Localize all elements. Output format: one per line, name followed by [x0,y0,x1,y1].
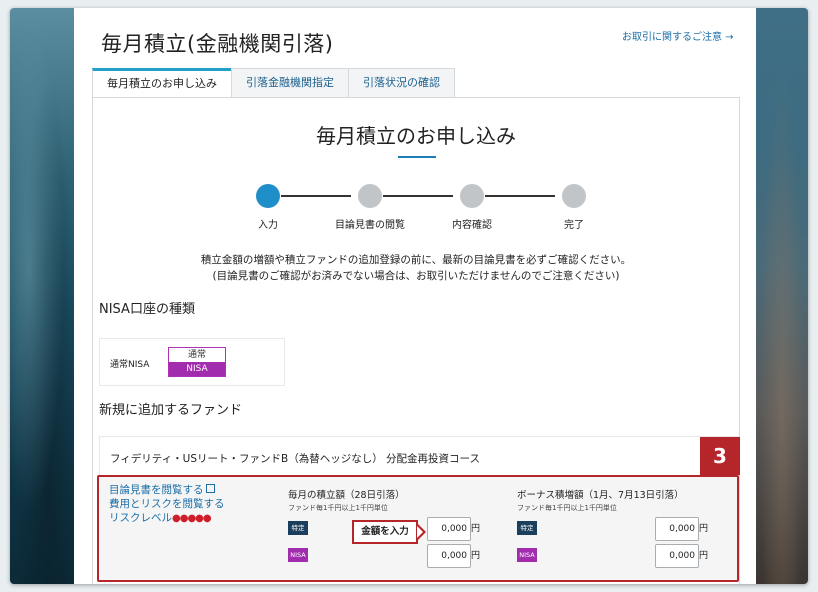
background-landscape-left [10,8,74,584]
bonus-amount-title: ボーナス積増額（1月、7月13日引落） [517,490,684,501]
risk-level-label: リスクレベル [109,512,172,524]
step-label-input: 入力 [258,220,278,231]
nisa-section-title: NISA口座の種類 [99,302,195,317]
heading-underline [398,156,436,158]
fund-name: フィデリティ・USリート・ファンドB（為替ヘッジなし） 分配金再投資コース [110,453,481,465]
step-connector [281,195,351,197]
fund-header: フィデリティ・USリート・ファンドB（為替ヘッジなし） 分配金再投資コース [99,436,739,476]
step-dot-confirm [460,184,484,208]
tokutei-tag: 特定 [517,521,537,535]
toggle-option-normal[interactable]: 通常 [169,348,225,362]
trade-notice-link[interactable]: お取引に関するご注意 → [622,28,734,43]
monthly-amount-note: ファンド毎1千円以上1千円単位 [288,504,388,512]
yen-unit: 円 [471,524,481,534]
enter-amount-callout: 金額を入力 [352,520,418,544]
risk-level: リスクレベル●●●●● [109,511,225,526]
step-number-badge: 3 [700,437,740,475]
monthly-nisa-amount-input[interactable]: 0,000 [427,544,471,568]
step-label-confirm: 内容確認 [452,220,492,231]
bonus-amount-note: ファンド毎1千円以上1千円単位 [517,504,617,512]
nisa-tag: NISA [517,548,537,562]
section-heading: 毎月積立のお申し込み [316,124,516,148]
nisa-tag: NISA [288,548,308,562]
callout-arrow-fill [417,526,423,538]
prospectus-link[interactable]: 目論見書を閲覧する [109,483,225,497]
bonus-tokutei-amount-input[interactable]: 0,000 [655,517,699,541]
step-connector [485,195,555,197]
step-connector [383,195,453,197]
step-label-prospectus: 目論見書の閲覧 [335,220,405,231]
risk-level-dots: ●●●●● [172,513,212,524]
fund-input-area: 目論見書を閲覧する 費用とリスクを閲覧する リスクレベル●●●●● 毎月の積立額… [97,475,739,582]
background-landscape-right [756,8,808,584]
external-link-icon [205,484,215,493]
tokutei-tag: 特定 [288,521,308,535]
step-label-complete: 完了 [564,220,584,231]
nisa-account-box: 通常NISA 通常 NISA [99,338,285,386]
nisa-account-label: 通常NISA [110,360,150,370]
yen-unit: 円 [699,524,709,534]
monthly-amount-title: 毎月の積立額（28日引落） [288,490,405,501]
step-dot-complete [562,184,586,208]
progress-steps: 入力 目論見書の閲覧 内容確認 完了 [253,178,593,231]
step-dot-input [256,184,280,208]
intro-text: 積立金額の増額や積立ファンドの追加登録の前に、最新の目論見書を必ずご確認ください… [93,252,739,284]
nisa-type-toggle[interactable]: 通常 NISA [168,347,226,377]
yen-unit: 円 [471,551,481,561]
step-dot-prospectus [358,184,382,208]
yen-unit: 円 [699,551,709,561]
costs-risk-link[interactable]: 費用とリスクを閲覧する [109,497,225,511]
intro-line-2: (目論見書のご確認がお済みでない場合は、お取引いただけませんのでご注意ください) [212,270,620,282]
main-panel: 毎月積立のお申し込み 入力 目論見書の閲覧 内容確認 完了 積立金額の増額や積立… [92,97,740,584]
page-title: 毎月積立(金融機関引落) [101,32,334,56]
tab-bar: 毎月積立のお申し込み 引落金融機関指定 引落状況の確認 [92,68,455,98]
prospectus-link-label[interactable]: 目論見書を閲覧する [109,484,204,496]
page-content: 毎月積立(金融機関引落) お取引に関するご注意 → 毎月積立のお申し込み 引落金… [74,8,756,584]
toggle-option-nisa[interactable]: NISA [169,362,225,376]
fund-section-title: 新規に追加するファンド [99,403,243,418]
bonus-nisa-amount-input[interactable]: 0,000 [655,544,699,568]
browser-frame: 毎月積立(金融機関引落) お取引に関するご注意 → 毎月積立のお申し込み 引落金… [10,8,808,584]
tab-monthly-application[interactable]: 毎月積立のお申し込み [92,68,232,98]
monthly-tokutei-amount-input[interactable]: 0,000 [427,517,471,541]
tab-bank-designation[interactable]: 引落金融機関指定 [231,68,349,98]
intro-line-1: 積立金額の増額や積立ファンドの追加登録の前に、最新の目論見書を必ずご確認ください… [200,254,632,266]
fund-links: 目論見書を閲覧する 費用とリスクを閲覧する リスクレベル●●●●● [109,483,225,526]
tab-debit-status[interactable]: 引落状況の確認 [348,68,455,98]
